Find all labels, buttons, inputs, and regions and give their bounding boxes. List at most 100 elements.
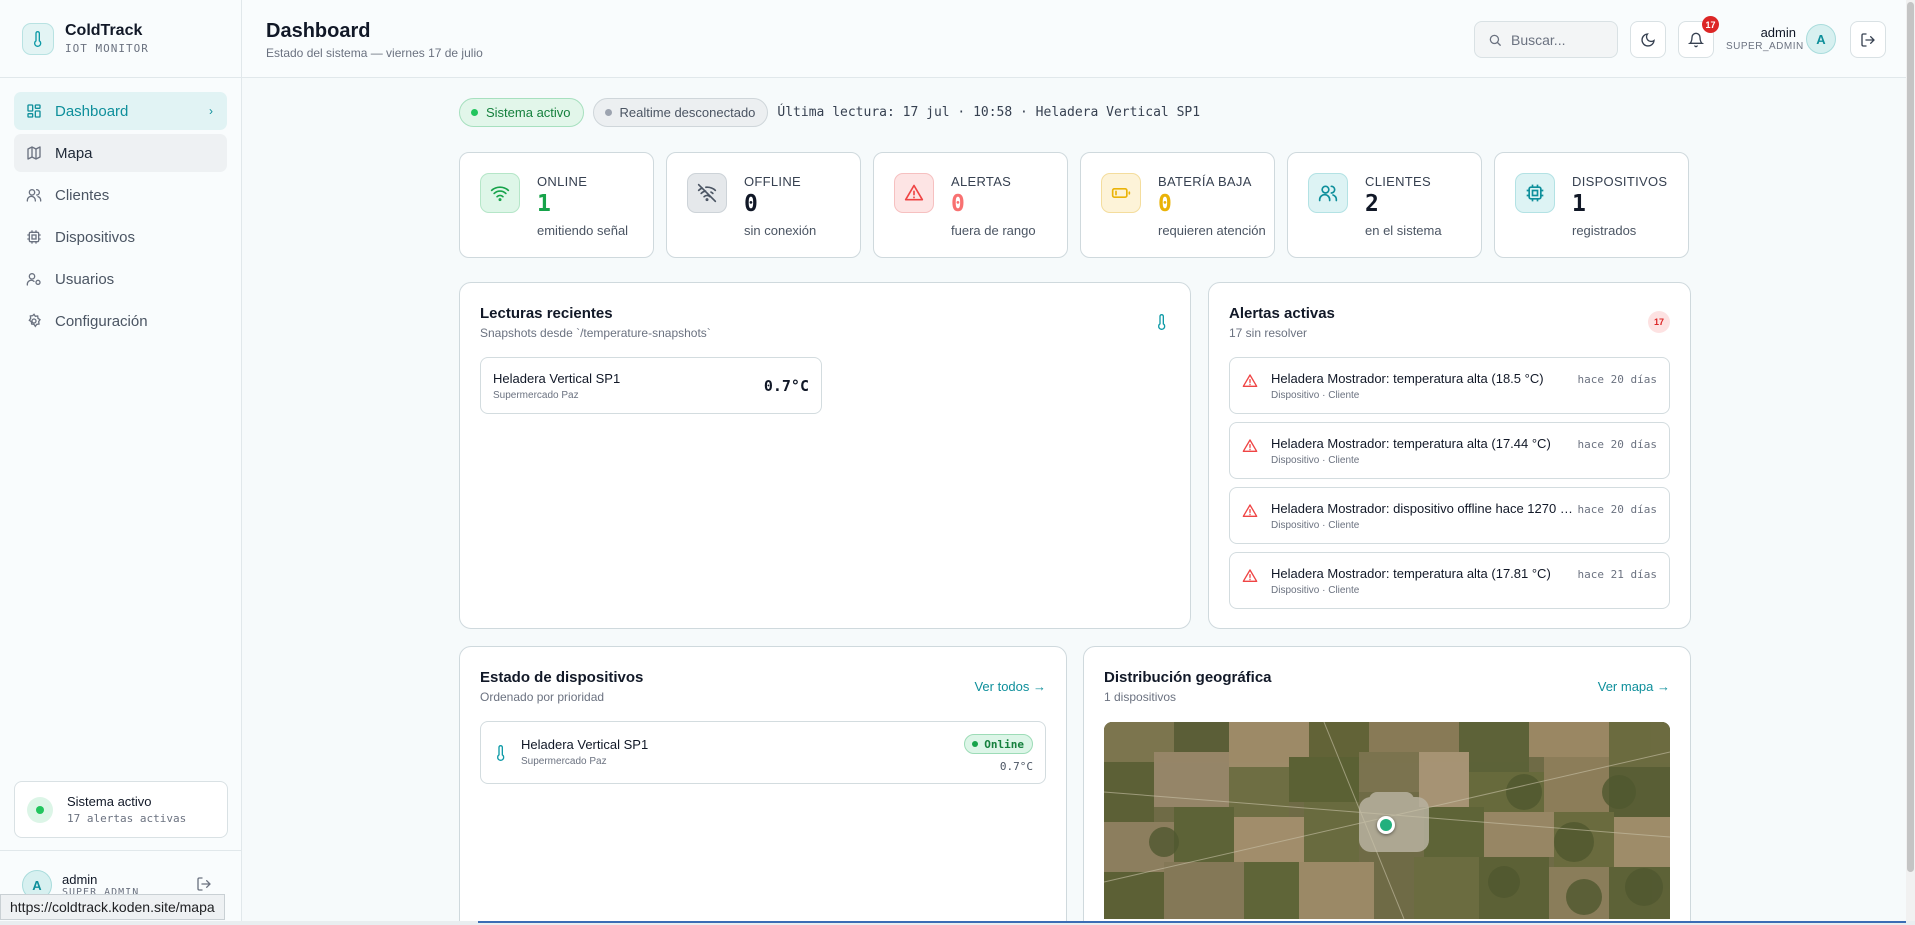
sidebar-item-configuracion[interactable]: Configuración (14, 302, 227, 340)
sidebar-item-label: Dashboard (55, 102, 129, 120)
stat-desc: emitiendo señal (537, 223, 629, 238)
card-title: Distribución geográfica (1104, 669, 1272, 686)
sidebar-item-label: Dispositivos (55, 228, 136, 246)
system-status-card: Sistema activo 17 alertas activas (14, 781, 228, 838)
divider (0, 850, 241, 851)
status-badge: Online (964, 734, 1033, 754)
users-icon (1308, 173, 1348, 213)
brand[interactable]: ColdTrack IOT MONITOR (0, 0, 241, 78)
device-name: Heladera Vertical SP1 (521, 737, 649, 752)
sidebar-item-mapa[interactable]: Mapa (14, 134, 227, 172)
stat-value: 0 (1158, 191, 1172, 217)
logout-button[interactable] (1850, 21, 1886, 58)
stat-value: 1 (537, 191, 551, 217)
alert-item[interactable]: Heladera Mostrador: temperatura alta (18… (1229, 357, 1670, 414)
stat-clientes[interactable]: CLIENTES 2 en el sistema (1287, 152, 1482, 258)
stat-alertas[interactable]: ALERTAS 0 fuera de rango (873, 152, 1068, 258)
status-dot-icon (27, 796, 53, 823)
sidebar-item-label: Clientes (55, 186, 110, 204)
reading-client: Supermercado Paz (493, 390, 579, 401)
wifi-icon (480, 173, 520, 213)
stat-desc: en el sistema (1365, 223, 1442, 238)
sidebar-item-dashboard[interactable]: Dashboard › (14, 92, 227, 130)
stat-value: 0 (744, 191, 758, 217)
status-dot-icon (471, 109, 478, 116)
search-input[interactable] (1511, 31, 1611, 48)
card-subtitle: 17 sin resolver (1229, 326, 1308, 340)
brand-title: ColdTrack (65, 22, 143, 39)
sidebar: ColdTrack IOT MONITOR Dashboard › Mapa C… (0, 0, 242, 921)
gear-icon (26, 313, 42, 329)
geo-distribution-card: Distribución geográfica 1 dispositivos V… (1083, 646, 1691, 925)
satellite-map[interactable] (1104, 722, 1670, 919)
device-item[interactable]: Heladera Vertical SP1 Supermercado Paz O… (480, 721, 1046, 784)
stat-dispositivos[interactable]: DISPOSITIVOS 1 registrados (1494, 152, 1689, 258)
card-subtitle: 1 dispositivos (1104, 690, 1177, 704)
users-icon (26, 187, 42, 203)
page-scrollbar[interactable] (1906, 0, 1915, 921)
device-marker[interactable] (1377, 816, 1395, 834)
stat-bateria[interactable]: BATERÍA BAJA 0 requieren atención (1080, 152, 1275, 258)
stat-label: OFFLINE (744, 174, 801, 189)
warning-icon (894, 173, 934, 213)
warning-icon (1242, 568, 1258, 584)
stat-label: ALERTAS (951, 174, 1012, 189)
search-box[interactable] (1474, 21, 1618, 58)
stat-offline[interactable]: OFFLINE 0 sin conexión (666, 152, 861, 258)
recent-readings-card: Lecturas recientes Snapshots desde `/tem… (459, 282, 1191, 629)
alert-meta: Dispositivo · Cliente (1271, 455, 1360, 466)
system-status-title: Sistema activo (67, 794, 152, 809)
notifications-button[interactable]: 17 (1678, 16, 1719, 58)
warning-icon (1242, 373, 1258, 389)
realtime-label: Realtime desconectado (619, 105, 756, 120)
scrollbar-thumb[interactable] (1907, 2, 1914, 872)
header-user-role: SUPER_ADMIN (1726, 41, 1804, 52)
alert-item[interactable]: Heladera Mostrador: dispositivo offline … (1229, 487, 1670, 544)
stat-online[interactable]: ONLINE 1 emitiendo señal (459, 152, 654, 258)
device-status-card: Estado de dispositivos Ordenado por prio… (459, 646, 1067, 925)
battery-icon (1101, 173, 1141, 213)
system-active-label: Sistema activo (486, 105, 571, 120)
device-client: Supermercado Paz (521, 756, 607, 767)
header-user: admin SUPER_ADMIN (1726, 25, 1804, 52)
view-map-link[interactable]: Ver mapa → (1598, 679, 1670, 694)
stat-label: CLIENTES (1365, 174, 1431, 189)
url-tooltip: https://coldtrack.koden.site/mapa (0, 894, 225, 920)
alert-count-badge: 17 (1648, 311, 1670, 333)
user-key-icon (26, 271, 42, 287)
stat-label: BATERÍA BAJA (1158, 174, 1252, 189)
sidebar-item-clientes[interactable]: Clientes (14, 176, 227, 214)
loading-bar (0, 921, 1915, 925)
page-subtitle: Estado del sistema — viernes 17 de julio (266, 46, 483, 60)
status-dot-icon (604, 109, 612, 116)
stat-label: DISPOSITIVOS (1572, 174, 1668, 189)
sidebar-item-label: Usuarios (55, 270, 115, 288)
sidebar-nav: Dashboard › Mapa Clientes Dispositivos U… (0, 78, 241, 340)
card-subtitle: Snapshots desde `/temperature-snapshots` (480, 326, 711, 340)
alert-time: hace 20 días (1577, 373, 1657, 386)
map-icon (26, 145, 42, 161)
last-reading: Última lectura: 17 jul · 10:58 · Helader… (777, 105, 1201, 120)
chip-icon (1515, 173, 1555, 213)
header-user-name: admin (1760, 25, 1796, 40)
status-dot-icon (972, 741, 979, 747)
alert-meta: Dispositivo · Cliente (1271, 585, 1360, 596)
logout-icon[interactable] (196, 876, 212, 892)
sidebar-item-dispositivos[interactable]: Dispositivos (14, 218, 227, 256)
theme-toggle-button[interactable] (1630, 21, 1666, 58)
view-all-link[interactable]: Ver todos → (974, 679, 1046, 694)
header-avatar[interactable]: A (1806, 24, 1836, 54)
alert-title: Heladera Mostrador: temperatura alta (18… (1271, 371, 1544, 386)
card-title: Lecturas recientes (480, 305, 613, 322)
alert-time: hace 21 días (1577, 568, 1657, 581)
reading-item[interactable]: Heladera Vertical SP1 Supermercado Paz 0… (480, 357, 822, 414)
sidebar-item-usuarios[interactable]: Usuarios (14, 260, 227, 298)
sidebar-item-label: Configuración (55, 312, 148, 330)
thermometer-icon (22, 22, 54, 55)
stat-value: 0 (951, 191, 965, 217)
alert-item[interactable]: Heladera Mostrador: temperatura alta (17… (1229, 552, 1670, 609)
page-title: Dashboard (266, 20, 371, 42)
dashboard-icon (26, 103, 42, 119)
alert-item[interactable]: Heladera Mostrador: temperatura alta (17… (1229, 422, 1670, 479)
alert-meta: Dispositivo · Cliente (1271, 520, 1360, 531)
